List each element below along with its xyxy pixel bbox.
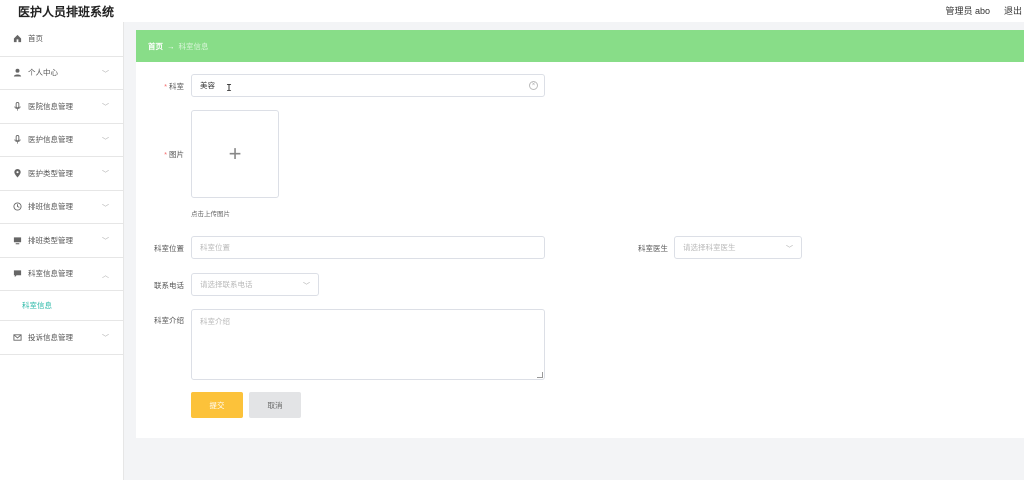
- app-title: 医护人员排班系统: [18, 5, 115, 19]
- sidebar-item-label: 医护类型管理: [28, 168, 73, 178]
- doctor-select-placeholder: 请选择科室医生: [683, 243, 736, 252]
- cancel-button[interactable]: 取消: [249, 392, 301, 418]
- location-icon: [12, 168, 22, 178]
- sidebar-item-medical-type[interactable]: 医护类型管理 ﹀: [0, 157, 123, 191]
- plus-icon: +: [228, 141, 242, 166]
- breadcrumb: 首页 → 科室信息: [136, 30, 1024, 62]
- chevron-up-icon: ︿: [102, 271, 109, 279]
- chevron-down-icon: ﹀: [102, 204, 109, 212]
- doctor-label: 科室医生: [638, 244, 668, 253]
- monitor-icon: [12, 235, 22, 245]
- mail-icon: [12, 332, 22, 342]
- clear-icon[interactable]: ×: [529, 81, 538, 90]
- intro-label: 科室介绍: [154, 316, 184, 325]
- breadcrumb-home[interactable]: 首页: [148, 41, 163, 52]
- upload-hint: 点击上传图片: [191, 211, 230, 218]
- sidebar-item-department-info[interactable]: 科室信息管理 ︿: [0, 258, 123, 291]
- sidebar-item-schedule-info[interactable]: 排班信息管理 ﹀: [0, 191, 123, 224]
- intro-textarea-placeholder: 科室介绍: [200, 317, 230, 326]
- sidebar-item-label: 排班类型管理: [28, 235, 73, 245]
- required-mark: *: [164, 82, 167, 91]
- chevron-down-icon: ﹀: [102, 238, 109, 245]
- chevron-down-icon: ﹀: [102, 70, 109, 78]
- breadcrumb-current: 科室信息: [178, 41, 209, 51]
- sidebar-item-label: 投诉信息管理: [28, 332, 73, 342]
- logout-link[interactable]: 退出: [1004, 4, 1022, 17]
- user-icon: [12, 68, 22, 78]
- chevron-down-icon: ﹀: [303, 283, 310, 290]
- sidebar-subitem-department[interactable]: 科室信息: [0, 291, 123, 321]
- sidebar-item-label: 个人中心: [28, 68, 58, 78]
- resize-handle-icon[interactable]: [537, 372, 543, 378]
- location-label: 科室位置: [154, 244, 184, 253]
- mic-icon: [12, 101, 22, 111]
- location-input[interactable]: 科室位置: [191, 236, 545, 259]
- sidebar-item-complaint-info[interactable]: 投诉信息管理 ﹀: [0, 321, 123, 355]
- department-label: * 科室: [150, 81, 184, 92]
- chevron-down-icon: ﹀: [102, 171, 109, 178]
- main-panel: 首页 → 科室信息 * 科室 美容 × I * 图片 + 点击上传图片 科室位置 科…: [136, 30, 1024, 438]
- sidebar: 首页 个人中心 ﹀ 医院信息管理 ﹀ 医护信息管理 ﹀ 医护类型管理 ﹀ 排班信…: [0, 22, 124, 480]
- phone-label: 联系电话: [154, 281, 184, 290]
- sidebar-item-label: 医院信息管理: [28, 101, 73, 111]
- breadcrumb-separator: →: [167, 41, 175, 51]
- top-right-area: 管理员 abo 退出: [945, 4, 1022, 17]
- department-input[interactable]: 美容 ×: [191, 74, 545, 97]
- sidebar-item-medical-staff-info[interactable]: 医护信息管理 ﹀: [0, 124, 123, 157]
- chevron-down-icon: ﹀: [102, 104, 109, 111]
- required-mark: *: [164, 150, 167, 159]
- text-cursor-icon: I: [226, 83, 233, 94]
- user-name: 管理员 abo: [945, 6, 990, 16]
- phone-select[interactable]: 请选择联系电话 ﹀: [191, 273, 319, 296]
- sidebar-item-personal-center[interactable]: 个人中心 ﹀: [0, 57, 123, 90]
- image-label-text: 图片: [169, 150, 184, 159]
- sidebar-item-label: 科室信息管理: [28, 269, 73, 279]
- location-input-placeholder: 科室位置: [200, 243, 230, 252]
- intro-textarea[interactable]: 科室介绍: [191, 309, 545, 380]
- chevron-down-icon: ﹀: [102, 335, 109, 342]
- chevron-down-icon: ﹀: [786, 246, 793, 253]
- department-input-value: 美容: [200, 81, 215, 90]
- sidebar-item-label: 排班信息管理: [28, 202, 73, 212]
- clock-icon: [12, 202, 22, 212]
- sidebar-item-home[interactable]: 首页: [0, 22, 123, 56]
- sidebar-item-label: 首页: [28, 34, 43, 44]
- sidebar-item-label: 医护信息管理: [28, 135, 73, 145]
- department-label-text: 科室: [169, 82, 184, 91]
- sidebar-item-schedule-type[interactable]: 排班类型管理 ﹀: [0, 224, 123, 258]
- top-bar: 医护人员排班系统 管理员 abo 退出: [0, 0, 1024, 22]
- sidebar-item-hospital-info[interactable]: 医院信息管理 ﹀: [0, 90, 123, 124]
- home-icon: [12, 34, 22, 44]
- doctor-select[interactable]: 请选择科室医生 ﹀: [674, 236, 802, 259]
- image-upload-box[interactable]: +: [191, 110, 279, 198]
- submit-button[interactable]: 提交: [191, 392, 243, 418]
- mic-icon: [12, 135, 22, 145]
- chevron-down-icon: ﹀: [102, 137, 109, 145]
- image-label: * 图片: [150, 149, 184, 160]
- phone-select-placeholder: 请选择联系电话: [200, 280, 253, 289]
- chat-icon: [12, 269, 22, 279]
